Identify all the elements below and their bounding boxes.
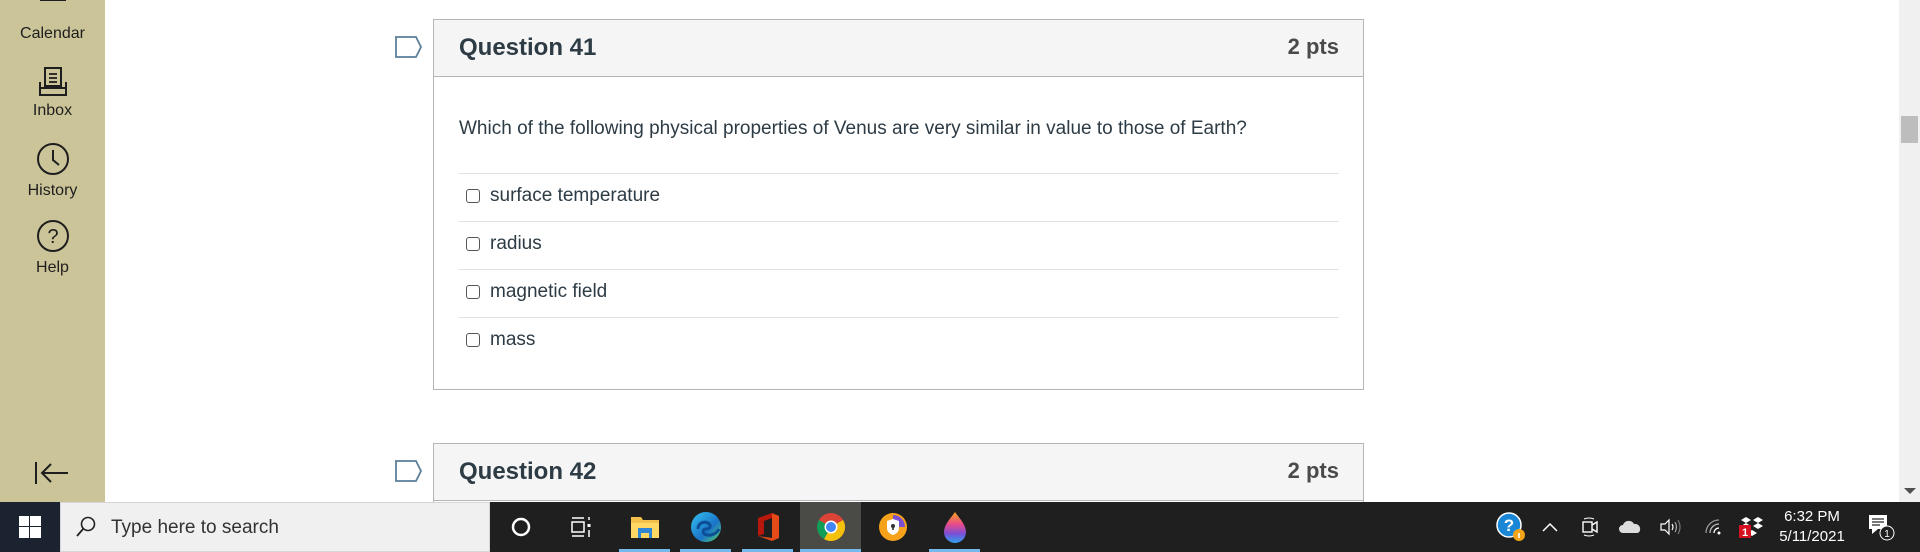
svg-text:?: ? — [47, 226, 58, 248]
sidebar-label-inbox: Inbox — [32, 102, 73, 119]
windows-taskbar: Type here to search ? 1 6:32 PM 5/11/202… — [0, 502, 1920, 552]
sidebar-label-calendar: Calendar — [20, 25, 85, 42]
task-view-icon — [570, 517, 590, 537]
taskbar-app-edge[interactable] — [675, 502, 736, 552]
help-circle-icon: ? — [36, 220, 69, 252]
calendar-icon — [39, 0, 66, 1]
screen: Calendar Inbox History ? Help Question 4… — [0, 0, 1920, 552]
flag-question-icon[interactable] — [395, 36, 423, 58]
sidebar-label-history: History — [27, 182, 78, 199]
question-41: Question 41 2 pts Which of the following… — [433, 19, 1364, 390]
answer-option[interactable]: magnetic field — [459, 269, 1339, 317]
help-info-icon: ? — [1496, 512, 1525, 541]
global-nav-sidebar: Calendar Inbox History ? Help — [0, 0, 105, 502]
cortana-button[interactable] — [490, 502, 551, 552]
taskbar-app-paint[interactable] — [924, 502, 985, 552]
svg-text:?: ? — [1504, 516, 1514, 535]
question-text: Which of the following physical properti… — [459, 118, 1247, 139]
taskbar-app-office[interactable] — [737, 502, 798, 552]
answer-option[interactable]: mass — [459, 317, 1339, 365]
flag-question-icon[interactable] — [395, 460, 423, 482]
sidebar-item-inbox[interactable]: Inbox — [0, 64, 105, 124]
scroll-down-arrow-icon[interactable] — [1904, 488, 1916, 494]
answer-label: surface temperature — [490, 185, 661, 206]
vertical-scrollbar[interactable] — [1899, 0, 1920, 502]
office-icon — [757, 513, 779, 541]
privacy-browser-icon — [878, 513, 907, 541]
taskbar-app-file-explorer[interactable] — [614, 502, 675, 552]
search-placeholder: Type here to search — [111, 517, 279, 538]
tray-meet-now[interactable] — [1578, 502, 1602, 552]
scrollbar-thumb[interactable] — [1901, 116, 1918, 143]
speaker-icon — [1660, 518, 1681, 536]
answer-option[interactable]: surface temperature — [459, 173, 1339, 221]
answer-checkbox[interactable] — [466, 285, 480, 299]
taskbar-search-box[interactable]: Type here to search — [60, 502, 490, 552]
windows-logo-icon — [19, 516, 41, 538]
clock-date: 5/11/2021 — [1779, 528, 1845, 545]
answer-label: magnetic field — [490, 281, 608, 302]
cloud-icon — [1619, 520, 1641, 533]
sidebar-item-history[interactable]: History — [0, 142, 105, 202]
cortana-icon — [511, 517, 530, 537]
search-icon — [76, 516, 96, 537]
tray-onedrive[interactable] — [1617, 502, 1643, 552]
chrome-icon — [816, 513, 845, 541]
tray-volume[interactable] — [1657, 502, 1683, 552]
video-camera-icon — [1582, 517, 1598, 537]
sidebar-item-calendar[interactable]: Calendar — [0, 0, 105, 50]
answer-checkbox[interactable] — [466, 237, 480, 251]
question-points: 2 pts — [1287, 458, 1339, 483]
question-header: Question 41 2 pts — [434, 20, 1363, 77]
edge-icon — [690, 512, 721, 542]
answer-label: mass — [490, 329, 536, 350]
tray-dropbox[interactable]: 1 — [1738, 502, 1766, 552]
tray-network[interactable] — [1700, 502, 1726, 552]
answer-label: radius — [490, 233, 542, 254]
answer-list: surface temperature radius magnetic fiel… — [459, 173, 1339, 365]
taskbar-app-chrome[interactable] — [800, 502, 861, 552]
answer-checkbox[interactable] — [466, 189, 480, 203]
file-explorer-icon — [630, 517, 659, 538]
collapse-nav-button[interactable] — [34, 460, 70, 486]
dropbox-icon: 1 — [1739, 517, 1763, 539]
task-view-button[interactable] — [550, 502, 611, 552]
action-center-button[interactable]: 1 — [1864, 502, 1898, 552]
clock-icon — [36, 143, 69, 175]
wifi-icon — [1705, 519, 1721, 535]
paint-drop-icon — [943, 512, 966, 543]
notification-icon: 1 — [1869, 515, 1895, 541]
answer-checkbox[interactable] — [466, 333, 480, 347]
sidebar-label-help: Help — [36, 259, 69, 276]
quiz-content: Question 41 2 pts Which of the following… — [105, 0, 1899, 502]
sidebar-item-help[interactable]: ? Help — [0, 219, 105, 279]
question-title: Question 41 — [459, 34, 597, 61]
question-points: 2 pts — [1287, 34, 1339, 59]
question-header: Question 42 2 pts — [434, 444, 1363, 501]
taskbar-app-brave[interactable] — [862, 502, 923, 552]
question-42: Question 42 2 pts — [433, 443, 1364, 502]
chevron-up-icon — [1542, 522, 1558, 532]
inbox-icon — [38, 67, 67, 96]
clock-time: 6:32 PM — [1784, 508, 1840, 525]
dropbox-badge: 1 — [1742, 527, 1748, 539]
show-hidden-icons-button[interactable] — [1538, 502, 1562, 552]
collapse-arrow-icon — [35, 462, 68, 484]
answer-option[interactable]: radius — [459, 221, 1339, 269]
start-button[interactable] — [0, 502, 60, 552]
taskbar-clock[interactable]: 6:32 PM 5/11/2021 — [1772, 507, 1852, 547]
notification-count: 1 — [1884, 529, 1890, 540]
question-title: Question 42 — [459, 458, 597, 485]
tray-help-alert[interactable]: ? — [1496, 502, 1526, 552]
